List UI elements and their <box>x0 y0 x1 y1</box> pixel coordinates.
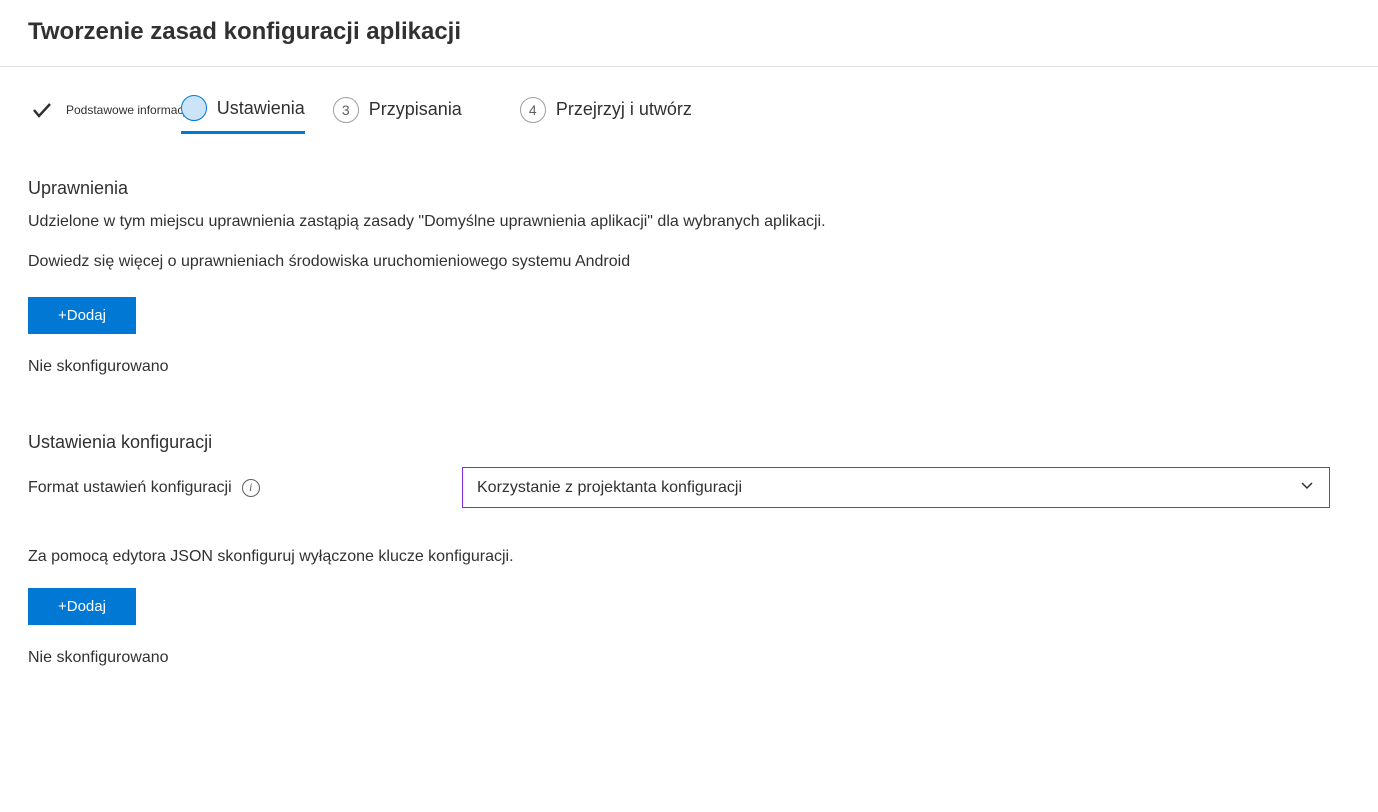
add-permission-button[interactable]: +Dodaj <box>28 297 136 334</box>
permissions-section: Uprawnienia Udzielone w tym miejscu upra… <box>28 178 1350 376</box>
config-title: Ustawienia konfiguracji <box>28 432 1350 453</box>
wizard-steps: Podstawowe informacje Ustawienia 3 Przyp… <box>28 67 1350 148</box>
info-icon[interactable]: i <box>242 479 260 497</box>
config-section: Ustawienia konfiguracji Format ustawień … <box>28 432 1350 667</box>
step-number-icon: 4 <box>520 97 546 123</box>
permissions-description: Udzielone w tym miejscu uprawnienia zast… <box>28 213 1350 231</box>
wizard-step-review[interactable]: 4 Przejrzyj i utwórz <box>520 97 692 133</box>
config-format-label-wrap: Format ustawień konfiguracji i <box>28 479 462 497</box>
dropdown-value: Korzystanie z projektanta konfiguracji <box>477 479 742 497</box>
wizard-step-settings[interactable]: Ustawienia <box>181 95 305 134</box>
page-title: Tworzenie zasad konfiguracji aplikacji <box>28 18 1350 46</box>
config-format-row: Format ustawień konfiguracji i Korzystan… <box>28 467 1350 508</box>
step-label: Ustawienia <box>217 98 305 119</box>
step-number-icon: 3 <box>333 97 359 123</box>
page-header: Tworzenie zasad konfiguracji aplikacji <box>0 0 1378 67</box>
page-content: Podstawowe informacje Ustawienia 3 Przyp… <box>0 67 1378 667</box>
config-format-label: Format ustawień konfiguracji <box>28 479 232 497</box>
checkmark-icon <box>28 96 56 124</box>
permissions-learn-more-link[interactable]: Dowiedz się więcej o uprawnieniach środo… <box>28 253 1350 271</box>
step-label: Przejrzyj i utwórz <box>556 99 692 120</box>
permissions-status: Nie skonfigurowano <box>28 358 1350 376</box>
step-label: Przypisania <box>369 99 462 120</box>
config-status: Nie skonfigurowano <box>28 649 1350 667</box>
step-number-icon <box>181 95 207 121</box>
chevron-down-icon <box>1299 477 1315 498</box>
permissions-title: Uprawnienia <box>28 178 1350 199</box>
wizard-step-basics[interactable]: Podstawowe informacje <box>28 96 193 134</box>
step-label: Podstawowe informacje <box>66 103 193 117</box>
add-config-button[interactable]: +Dodaj <box>28 588 136 625</box>
config-format-dropdown[interactable]: Korzystanie z projektanta konfiguracji <box>462 467 1330 508</box>
wizard-step-assignments[interactable]: 3 Przypisania <box>333 97 462 133</box>
config-json-description: Za pomocą edytora JSON skonfiguruj wyłąc… <box>28 548 1350 566</box>
